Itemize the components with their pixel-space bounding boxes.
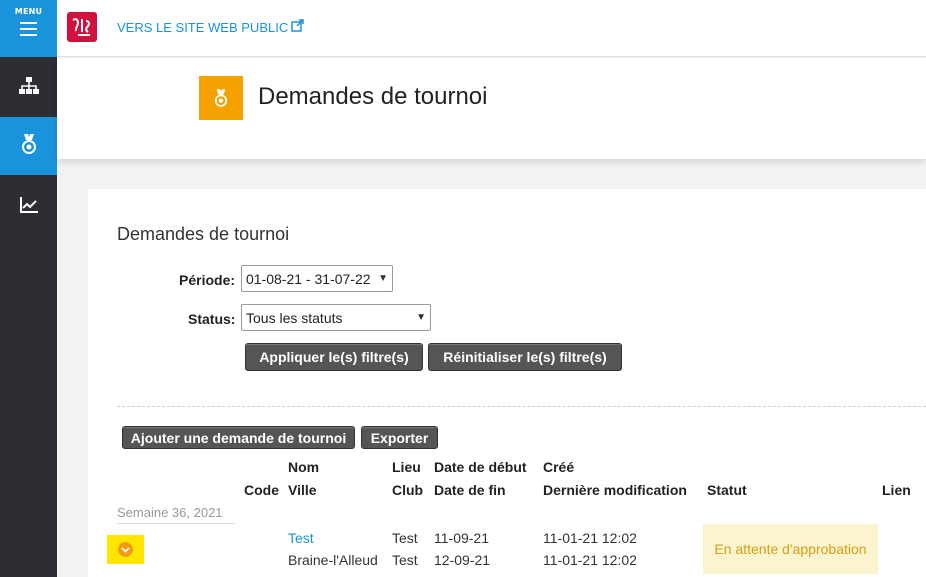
column-header-cree: Créé [543, 459, 575, 475]
public-site-link[interactable]: VERS LE SITE WEB PUBLIC [117, 19, 304, 35]
cell-ville: Braine-l'Alleud [288, 552, 378, 568]
reset-filters-button[interactable]: Réinitialiser le(s) filtre(s) [428, 343, 622, 371]
medal-icon [21, 133, 37, 159]
column-header-club: Club [392, 482, 424, 498]
export-button[interactable]: Exporter [361, 426, 438, 449]
cell-derniere-modification: 11-01-21 12:02 [543, 552, 637, 568]
cell-date-debut: 11-09-21 [434, 530, 490, 546]
public-site-link-label: VERS LE SITE WEB PUBLIC [117, 19, 289, 35]
column-header-derniere-modification: Dernière modification [543, 482, 687, 498]
column-header-nom: Nom [288, 459, 320, 475]
column-header-statut: Statut [707, 482, 747, 498]
week-group-label: Semaine 36, 2021 [117, 505, 235, 524]
sidebar-item-tournaments[interactable] [0, 117, 57, 175]
section-title: Demandes de tournoi [117, 224, 290, 244]
sidebar: MENU [0, 0, 57, 577]
divider [117, 406, 926, 407]
apply-filters-button[interactable]: Appliquer le(s) filtre(s) [245, 343, 423, 371]
column-header-code: Code [244, 482, 279, 498]
page-title: Demandes de tournoi [258, 83, 488, 110]
status-label: Status: [188, 311, 236, 327]
federation-logo[interactable] [67, 12, 97, 42]
chart-line-icon [19, 196, 39, 218]
chevron-down-circle-icon [118, 542, 133, 557]
column-header-lien: Lien [882, 482, 911, 498]
hamburger-icon [20, 22, 37, 36]
cell-cree: 11-01-21 12:02 [543, 530, 637, 546]
sidebar-item-structure[interactable] [0, 59, 57, 117]
column-header-date-fin: Date de fin [434, 482, 506, 498]
medal-icon [199, 76, 243, 120]
chevron-down-icon: ▼ [378, 273, 388, 284]
cell-date-fin: 12-09-21 [434, 552, 491, 568]
sitemap-icon [18, 76, 40, 100]
cell-lieu: Test [392, 530, 418, 546]
status-select[interactable]: Tous les statuts ▼ [241, 304, 431, 331]
sidebar-item-statistics[interactable] [0, 178, 57, 236]
column-header-lieu: Lieu [392, 459, 421, 475]
status-value: Tous les statuts [246, 309, 343, 326]
content-card: Demandes de tournoi Période: 01-08-21 - … [88, 189, 926, 577]
top-bar: VERS LE SITE WEB PUBLIC [57, 0, 926, 57]
menu-button[interactable]: MENU [0, 0, 57, 57]
column-header-date-debut: Date de début [434, 459, 527, 475]
period-label: Période: [179, 272, 236, 288]
add-tournament-request-button[interactable]: Ajouter une demande de tournoi [122, 426, 355, 449]
chevron-down-icon: ▼ [416, 312, 426, 323]
external-link-icon [291, 19, 304, 35]
column-header-ville: Ville [288, 482, 317, 498]
menu-label: MENU [14, 7, 43, 16]
period-value: 01-08-21 - 31-07-22 [246, 270, 371, 287]
expand-row-button[interactable] [107, 535, 144, 564]
cell-club: Test [392, 552, 418, 568]
tournament-name-link[interactable]: Test [288, 530, 314, 546]
status-badge: En attente d'approbation [703, 524, 878, 574]
page-header: Demandes de tournoi [57, 58, 926, 159]
period-select[interactable]: 01-08-21 - 31-07-22 ▼ [241, 265, 393, 292]
